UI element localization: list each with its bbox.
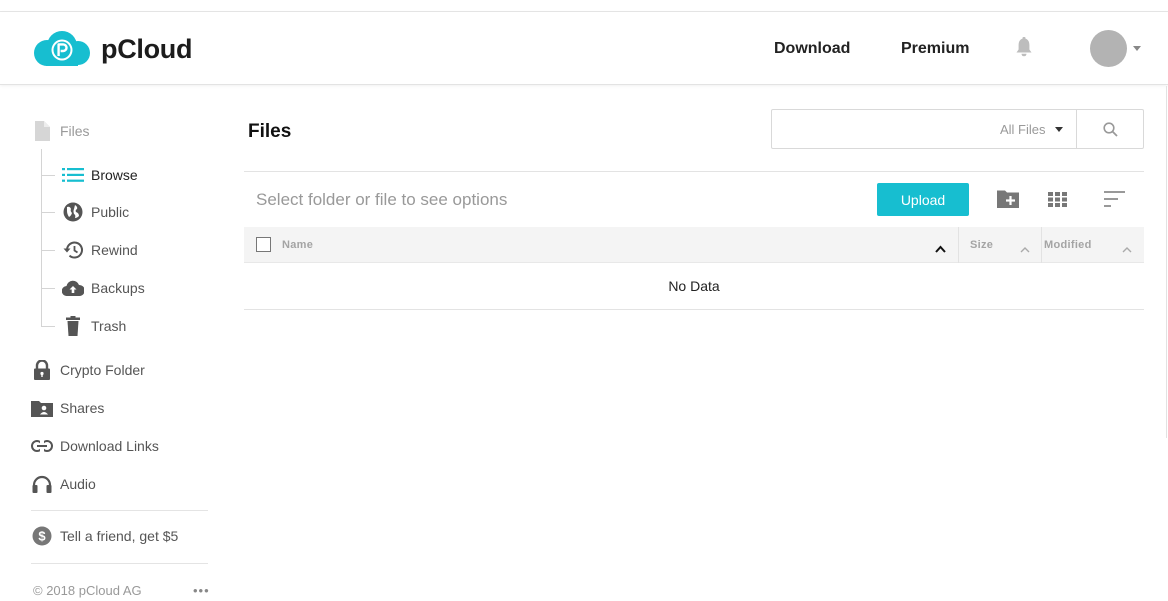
search-input[interactable]	[772, 110, 992, 148]
sidebar-item-label: Audio	[60, 476, 96, 492]
link-icon	[31, 435, 53, 457]
column-header-modified[interactable]: Modified	[1044, 239, 1092, 251]
filter-label: All Files	[1000, 121, 1046, 137]
empty-table-message: No Data	[244, 263, 1144, 310]
sidebar-item-label: Public	[91, 204, 130, 220]
divider	[244, 171, 1144, 172]
sidebar-item-label: Trash	[91, 318, 127, 334]
sidebar-item-label: Shares	[60, 400, 105, 416]
sidebar-item-label: Files	[60, 123, 90, 139]
sidebar: Files Browse Public Rewind Backups Trash…	[0, 86, 222, 601]
list-icon	[62, 164, 84, 186]
selection-hint: Select folder or file to see options	[256, 190, 508, 209]
pcloud-logo-icon	[34, 31, 90, 66]
copyright-text: © 2018 pCloud AG	[33, 583, 142, 598]
header: pCloud Download Premium	[0, 12, 1168, 85]
sidebar-divider	[31, 563, 208, 564]
select-all-checkbox[interactable]	[256, 237, 271, 252]
sidebar-item-backups[interactable]: Backups	[62, 277, 145, 299]
chevron-down-icon[interactable]	[1133, 46, 1141, 51]
dollar-icon: $	[31, 525, 53, 547]
sidebar-item-label: Backups	[91, 280, 145, 296]
sidebar-item-label: Download Links	[60, 438, 159, 454]
search-box: All Files	[771, 109, 1144, 149]
column-header-size[interactable]: Size	[970, 239, 993, 251]
logo-text: pCloud	[101, 33, 193, 64]
column-header-name[interactable]: Name	[282, 239, 313, 251]
sort-icon[interactable]	[1104, 191, 1125, 213]
nav-download-link[interactable]: Download	[774, 40, 850, 58]
bell-icon[interactable]	[1015, 37, 1033, 62]
sort-name-chevron-up-icon[interactable]	[935, 240, 946, 258]
sidebar-divider	[31, 510, 208, 511]
page-title: Files	[248, 121, 292, 142]
more-options-button[interactable]: •••	[193, 583, 210, 598]
sort-modified-chevron-up-icon[interactable]	[1122, 240, 1132, 258]
file-icon	[31, 120, 53, 142]
sidebar-item-label: Tell a friend, get $5	[60, 528, 179, 544]
sort-size-chevron-up-icon[interactable]	[1020, 240, 1030, 258]
rewind-clock-icon	[62, 239, 84, 261]
sidebar-item-trash[interactable]: Trash	[62, 315, 126, 337]
sidebar-item-referral[interactable]: $ Tell a friend, get $5	[31, 525, 178, 547]
chevron-down-icon	[1054, 126, 1063, 132]
search-button[interactable]	[1077, 110, 1143, 148]
globe-icon	[62, 201, 84, 223]
sidebar-item-rewind[interactable]: Rewind	[62, 239, 138, 261]
shared-folder-icon	[31, 397, 53, 419]
nav-premium-link[interactable]: Premium	[901, 40, 969, 58]
trash-icon	[62, 315, 84, 337]
new-folder-icon[interactable]	[997, 189, 1019, 213]
sidebar-item-label: Rewind	[91, 242, 138, 258]
avatar[interactable]	[1090, 30, 1127, 67]
sidebar-item-browse[interactable]: Browse	[62, 164, 138, 186]
sidebar-item-label: Crypto Folder	[60, 362, 145, 378]
file-type-filter-select[interactable]: All Files	[1000, 110, 1063, 148]
sidebar-item-audio[interactable]: Audio	[31, 473, 96, 495]
lock-icon	[31, 359, 53, 381]
scroll-edge	[1166, 86, 1167, 438]
upload-button[interactable]: Upload	[877, 183, 969, 216]
sidebar-item-public[interactable]: Public	[62, 201, 129, 223]
cloud-upload-icon	[62, 277, 84, 299]
sidebar-item-crypto-folder[interactable]: Crypto Folder	[31, 359, 145, 381]
svg-text:$: $	[38, 529, 46, 544]
grid-view-icon[interactable]	[1048, 192, 1067, 212]
headphones-icon	[31, 473, 53, 495]
sidebar-item-shares[interactable]: Shares	[31, 397, 104, 419]
sidebar-item-files[interactable]: Files	[31, 120, 90, 142]
search-icon	[1102, 121, 1118, 137]
sidebar-item-label: Browse	[91, 167, 138, 183]
logo[interactable]: pCloud	[32, 30, 192, 68]
table-header: Name Size Modified	[244, 227, 1144, 263]
sidebar-item-download-links[interactable]: Download Links	[31, 435, 159, 457]
